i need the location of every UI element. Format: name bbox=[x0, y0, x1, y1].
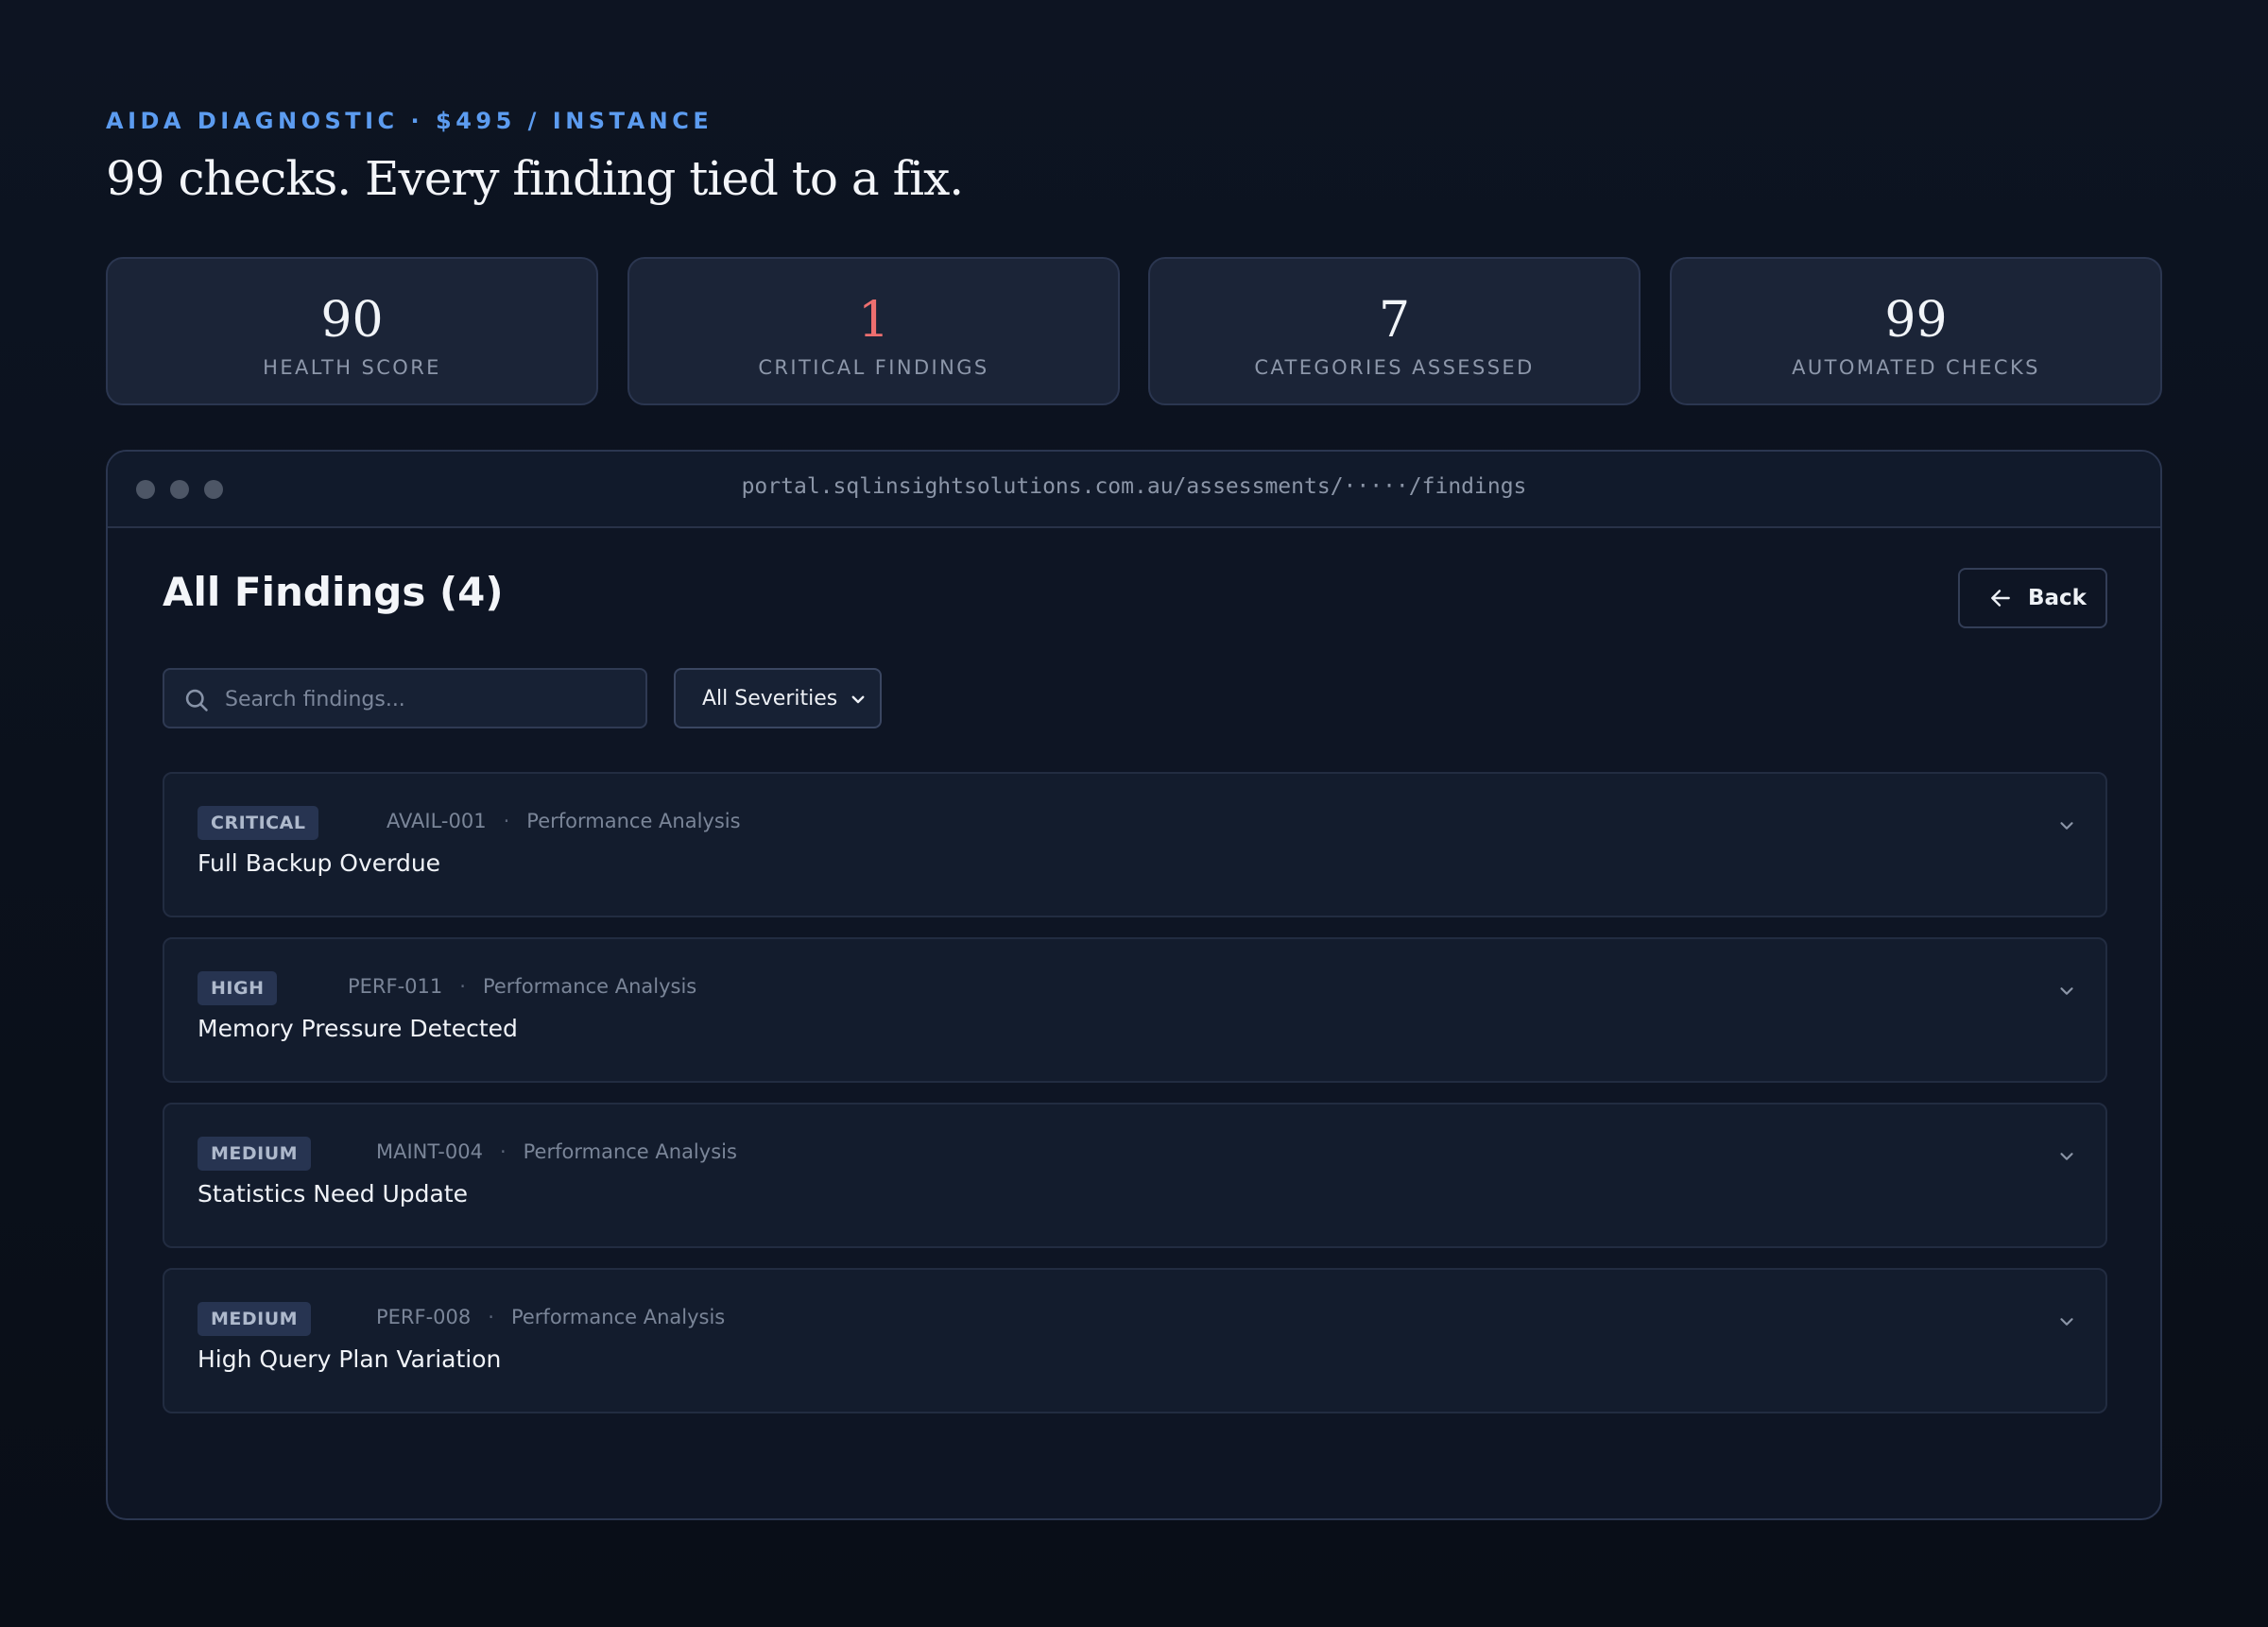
finding-row[interactable]: MEDIUM MAINT-004 · Performance Analysis St… bbox=[163, 1103, 2107, 1248]
back-button-label: Back bbox=[2028, 586, 2087, 610]
finding-title: Statistics Need Update bbox=[198, 1180, 469, 1207]
severity-badge: MEDIUM bbox=[198, 1302, 312, 1336]
finding-row[interactable]: CRITICAL AVAIL-001 · Performance Analysis … bbox=[163, 772, 2107, 917]
finding-id: MAINT-004 bbox=[376, 1140, 483, 1163]
finding-title: Memory Pressure Detected bbox=[198, 1015, 518, 1042]
finding-id: AVAIL-001 bbox=[387, 810, 487, 832]
address-bar-url[interactable]: portal.sqlinsightsolutions.com.au/assess… bbox=[108, 474, 2160, 499]
severity-badge: CRITICAL bbox=[198, 806, 319, 840]
stat-value: 1 bbox=[857, 292, 890, 349]
finding-row[interactable]: HIGH PERF-011 · Performance Analysis Memor… bbox=[163, 937, 2107, 1083]
severity-badge: HIGH bbox=[198, 971, 278, 1005]
stat-value: 90 bbox=[320, 292, 384, 349]
stat-label: CRITICAL FINDINGS bbox=[758, 356, 989, 379]
finding-meta: PERF-008 · Performance Analysis bbox=[376, 1306, 726, 1328]
eyebrow-label: AIDA DIAGNOSTIC · $495 / INSTANCE bbox=[106, 108, 713, 134]
finding-category: Performance Analysis bbox=[526, 810, 741, 832]
severity-badge: MEDIUM bbox=[198, 1137, 312, 1171]
chevron-down-icon[interactable] bbox=[2056, 1146, 2077, 1167]
finding-meta: MAINT-004 · Performance Analysis bbox=[376, 1140, 737, 1163]
browser-window: portal.sqlinsightsolutions.com.au/assess… bbox=[106, 450, 2162, 1520]
stat-label: AUTOMATED CHECKS bbox=[1792, 356, 2040, 379]
chevron-down-icon bbox=[851, 695, 865, 704]
stat-value: 7 bbox=[1378, 292, 1411, 349]
browser-titlebar: portal.sqlinsightsolutions.com.au/assess… bbox=[108, 452, 2160, 528]
finding-meta: AVAIL-001 · Performance Analysis bbox=[387, 810, 741, 832]
finding-category: Performance Analysis bbox=[482, 975, 697, 998]
finding-id: PERF-011 bbox=[348, 975, 443, 998]
finding-row[interactable]: MEDIUM PERF-008 · Performance Analysis Hig… bbox=[163, 1268, 2107, 1413]
severity-select[interactable]: All Severities bbox=[674, 668, 882, 728]
search-input[interactable] bbox=[223, 670, 633, 728]
stat-card-critical-findings: 1 CRITICAL FINDINGS bbox=[627, 257, 1120, 405]
finding-title: High Query Plan Variation bbox=[198, 1345, 502, 1373]
finding-category: Performance Analysis bbox=[510, 1306, 726, 1328]
chevron-down-icon[interactable] bbox=[2056, 981, 2077, 1002]
stat-card-categories-assessed: 7 CATEGORIES ASSESSED bbox=[1148, 257, 1641, 405]
chevron-down-icon[interactable] bbox=[2056, 815, 2077, 836]
page-headline: 99 checks. Every finding tied to a fix. bbox=[106, 151, 964, 206]
findings-title: All Findings (4) bbox=[163, 569, 504, 615]
finding-meta: PERF-011 · Performance Analysis bbox=[348, 975, 697, 998]
stat-card-automated-checks: 99 AUTOMATED CHECKS bbox=[1670, 257, 2162, 405]
finding-category: Performance Analysis bbox=[523, 1140, 737, 1163]
search-box[interactable] bbox=[163, 668, 647, 728]
severity-select-value: All Severities bbox=[702, 687, 838, 711]
stat-label: CATEGORIES ASSESSED bbox=[1254, 356, 1535, 379]
stat-value: 99 bbox=[1884, 292, 1948, 349]
search-icon bbox=[185, 689, 208, 711]
stats-row: 90 HEALTH SCORE 1 CRITICAL FINDINGS 7 CA… bbox=[106, 257, 2162, 408]
back-button[interactable]: Back bbox=[1958, 568, 2107, 628]
stat-label: HEALTH SCORE bbox=[263, 356, 441, 379]
chevron-down-icon[interactable] bbox=[2056, 1311, 2077, 1332]
stat-card-health-score: 90 HEALTH SCORE bbox=[106, 257, 598, 405]
arrow-left-icon bbox=[1991, 590, 2010, 607]
finding-id: PERF-008 bbox=[376, 1306, 472, 1328]
finding-title: Full Backup Overdue bbox=[198, 849, 441, 877]
